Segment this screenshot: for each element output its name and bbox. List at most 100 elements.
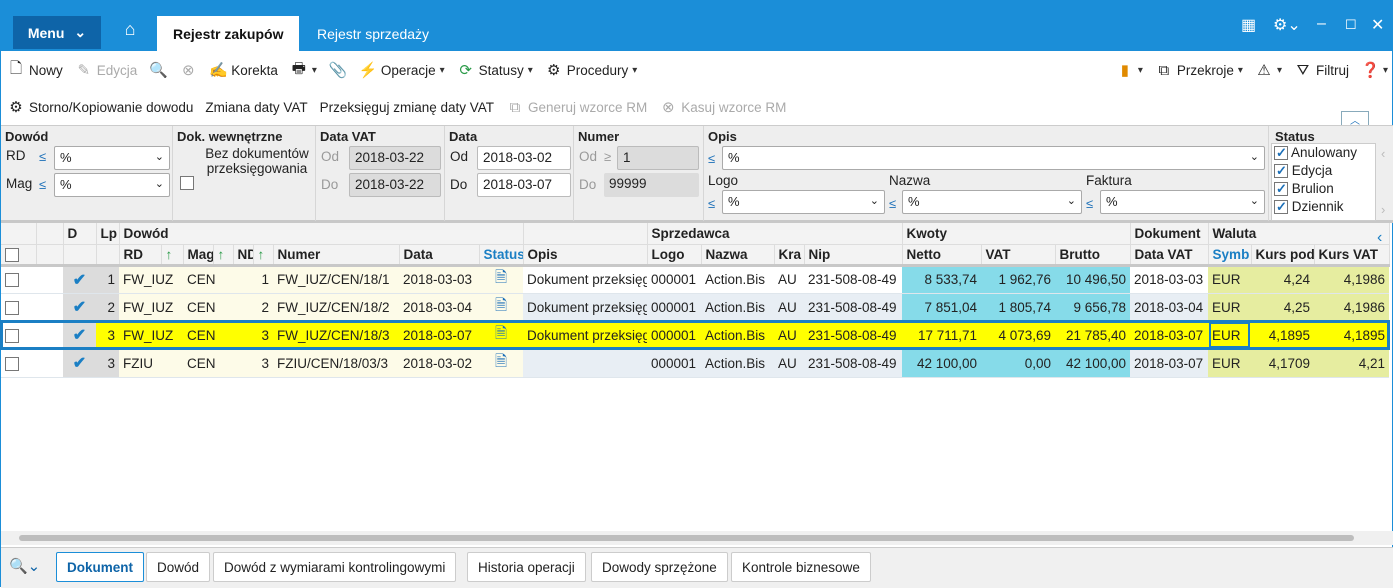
numer-cell[interactable]: FZIU/CEN/18/03/3 [273,349,399,378]
change-vat-date-button[interactable]: Zmiana daty VAT [199,100,313,115]
checkmark-icon[interactable]: ✔ [73,272,86,289]
scroll-right-icon[interactable]: › [1381,202,1385,217]
generate-rm-button[interactable]: ⧉ Generuj wzorce RM [500,99,653,116]
rd-cell[interactable]: FW_IUZ [119,293,183,322]
mag-cell[interactable]: CEN [183,321,233,350]
select-checkbox-cell[interactable] [1,293,36,322]
header-kurs-vat[interactable]: Kurs VAT [1314,244,1390,267]
symb-cell[interactable]: EUR [1208,265,1252,294]
status-list[interactable]: Anulowany Edycja Brulion Dziennik [1271,143,1376,221]
home-icon[interactable]: ⌂ [111,19,149,49]
grid-layout-icon[interactable]: ▦ [1241,15,1256,35]
operations-button[interactable]: ⚡ Operacje ▾ [353,61,451,79]
select-checkbox-cell[interactable] [1,265,36,294]
header-data-vat[interactable]: Data VAT [1130,244,1209,267]
tab-rejestr-zakupow[interactable]: Rejestr zakupów [157,16,300,51]
header-numer[interactable]: Numer [273,244,400,267]
status-cell[interactable]: 🗎 [479,265,523,294]
checkbox[interactable] [1274,180,1288,198]
sections-button[interactable]: ⧉ Przekroje ▾ [1149,62,1249,79]
horizontal-scrollbar[interactable] [1,531,1393,545]
repost-vat-date-button[interactable]: Przeksięguj zmianę daty VAT [314,100,500,115]
data-cell[interactable]: 2018-03-07 [399,321,479,350]
vat-cell[interactable]: 1 962,76 [981,265,1056,294]
logo-select[interactable]: % ⌄ [722,190,885,214]
data-vat-cell[interactable]: 2018-03-04 [1130,293,1209,322]
kraj-cell[interactable]: AU [774,265,804,294]
logo-cell[interactable]: 000001 [647,349,701,378]
nip-cell[interactable]: 231-508-08-49 [804,321,903,350]
status-cell[interactable]: 🗎 [479,349,523,378]
opis-cell[interactable]: Dokument przeksięgowania [523,265,647,294]
kurs-pod-cell[interactable]: 4,1709 [1251,349,1315,378]
data-vat-cell[interactable]: 2018-03-03 [1130,265,1209,294]
close-icon[interactable]: ✕ [1371,15,1384,35]
kurs-vat-cell[interactable]: 4,1986 [1314,293,1390,322]
d-checkbox-cell[interactable]: ✔ [63,321,96,350]
tab-dokument[interactable]: Dokument [56,552,145,582]
kraj-cell[interactable]: AU [774,349,804,378]
header-brutto[interactable]: Brutto [1055,244,1131,267]
tab-dowody-sprzezone[interactable]: Dowody sprzężone [591,552,728,582]
minimize-icon[interactable]: – [1317,15,1326,33]
vat-cell[interactable]: 0,00 [981,349,1056,378]
status-dziennik[interactable]: Dziennik [1274,198,1375,216]
checkmark-icon[interactable]: ✔ [73,355,86,372]
mag-select[interactable]: % ⌄ [54,173,170,197]
header-mag[interactable]: Mag [183,244,214,267]
statuses-button[interactable]: ⟳ Statusy ▾ [451,61,539,79]
lp-cell[interactable]: 3 [96,321,119,350]
brutto-cell[interactable]: 21 785,40 [1055,321,1131,350]
status-edycja[interactable]: Edycja [1274,162,1375,180]
opis-select[interactable]: % ⌄ [722,146,1265,170]
header-symb[interactable]: Symb [1208,244,1252,267]
vat-cell[interactable]: 1 805,74 [981,293,1056,322]
table-row[interactable]: ✔ 2 FW_IUZ CEN 2 FW_IUZ/CEN/18/2 2018-03-04 🗎 Do… [1,293,1390,322]
chart-button[interactable]: ▮ ▾ [1110,61,1149,79]
opis-cell[interactable] [523,349,647,378]
edit-button[interactable]: ✎ Edycja [69,61,144,79]
nd-cell[interactable]: 2 [233,293,273,322]
lp-cell[interactable]: 2 [96,293,119,322]
row-checkbox[interactable] [5,328,19,343]
header-d[interactable]: D [63,223,97,245]
nd-cell[interactable]: 1 [233,265,273,294]
sort-asc-1-icon[interactable]: ↑ [161,244,184,267]
kurs-pod-cell[interactable]: 4,1895 [1251,321,1315,350]
vat-cell[interactable]: 4 073,69 [981,321,1056,350]
checkbox[interactable] [1274,162,1288,180]
select-checkbox-cell[interactable] [1,321,36,350]
symb-cell[interactable]: EUR [1208,321,1252,350]
kraj-cell[interactable]: AU [774,293,804,322]
nip-cell[interactable]: 231-508-08-49 [804,265,903,294]
netto-cell[interactable]: 42 100,00 [902,349,982,378]
blank-cell[interactable] [36,349,63,378]
data-vat-cell[interactable]: 2018-03-07 [1130,349,1209,378]
filter-button[interactable]: ⛛ Filtruj [1288,62,1355,79]
scroll-left-icon[interactable]: ‹ [1381,146,1385,161]
rd-cell[interactable]: FZIU [119,349,183,378]
kraj-cell[interactable]: AU [774,321,804,350]
attachment-button[interactable]: 📎 [323,61,353,79]
select-all-checkbox-cell[interactable] [1,244,37,267]
symb-cell[interactable]: EUR [1208,349,1252,378]
nazwa-select[interactable]: % ⌄ [902,190,1082,214]
kurs-pod-cell[interactable]: 4,25 [1251,293,1315,322]
help-button[interactable]: ❓ ▾ [1355,61,1393,79]
netto-cell[interactable]: 7 851,04 [902,293,982,322]
netto-cell[interactable]: 17 711,71 [902,321,982,350]
checkmark-icon[interactable]: ✔ [73,299,86,316]
data-cell[interactable]: 2018-03-03 [399,265,479,294]
new-button[interactable]: 🗋 Nowy [1,58,69,83]
no-repost-checkbox[interactable] [180,176,194,190]
data-to[interactable]: 2018-03-07 [477,173,571,197]
header-netto[interactable]: Netto [902,244,982,267]
rd-cell[interactable]: FW_IUZ [119,321,183,350]
checkbox[interactable] [1274,198,1288,216]
header-kraj[interactable]: Kra [774,244,805,267]
sort-asc-3-icon[interactable]: ↑ [253,244,274,267]
numer-to[interactable]: 99999 [604,173,699,197]
row-checkbox[interactable] [5,300,19,315]
tab-rejestr-sprzedazy[interactable]: Rejestr sprzedaży [301,16,445,51]
tab-dowod-wymiary[interactable]: Dowód z wymiarami kontrolingowymi [213,552,457,582]
